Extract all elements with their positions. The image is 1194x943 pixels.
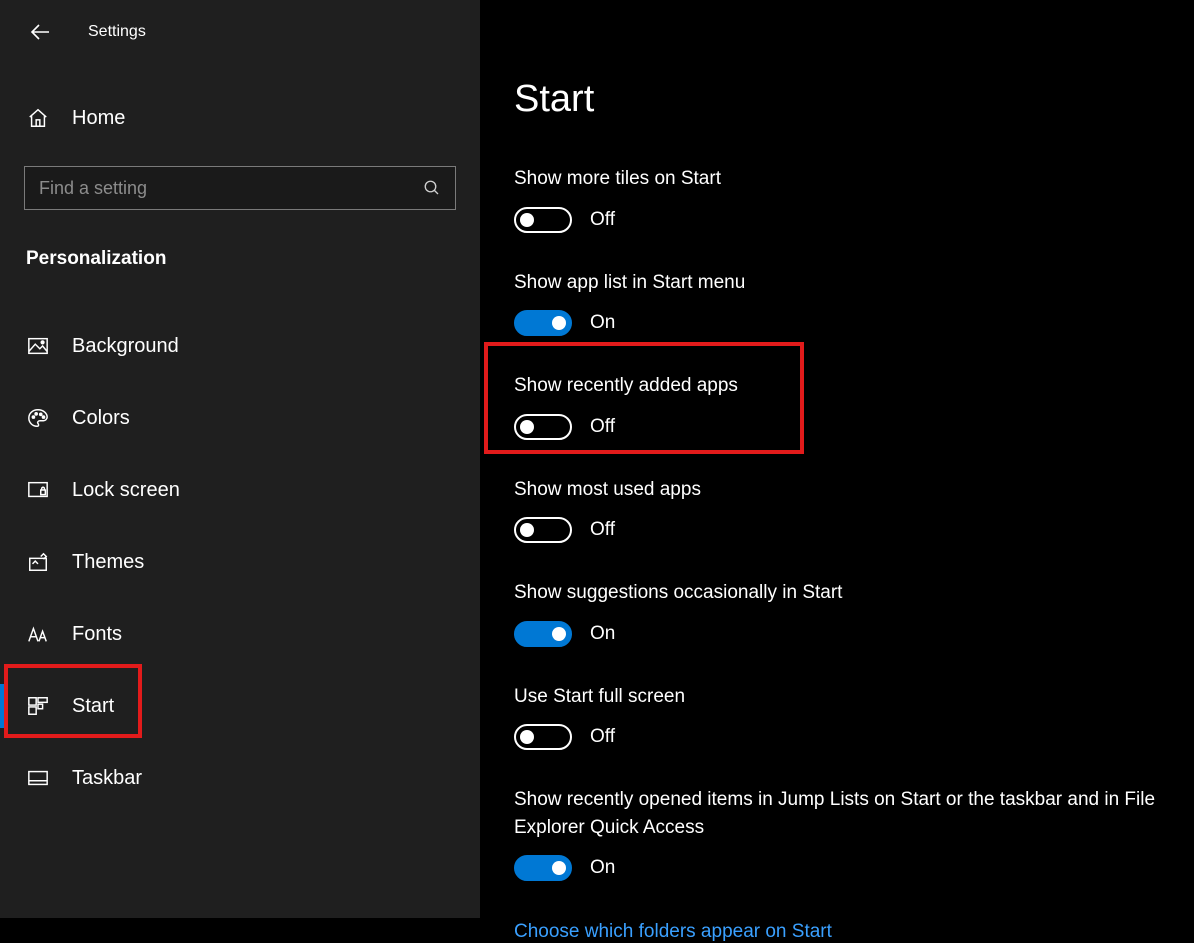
sidebar: Settings Home Personalization Background bbox=[0, 0, 480, 918]
back-button[interactable] bbox=[26, 18, 54, 46]
sidebar-item-taskbar[interactable]: Taskbar bbox=[0, 742, 480, 814]
search-icon bbox=[423, 179, 441, 197]
category-heading: Personalization bbox=[0, 248, 480, 270]
search-input[interactable] bbox=[24, 166, 456, 210]
toggle-state: Off bbox=[590, 416, 615, 438]
toggle-more-tiles[interactable] bbox=[514, 207, 572, 233]
setting-app-list: Show app list in Start menu On bbox=[514, 269, 1186, 337]
picture-icon bbox=[26, 334, 50, 358]
sidebar-item-start[interactable]: Start bbox=[0, 670, 480, 742]
setting-most-used: Show most used apps Off bbox=[514, 476, 1186, 544]
app-title: Settings bbox=[88, 23, 146, 41]
toggle-state: On bbox=[590, 623, 615, 645]
sidebar-item-fonts[interactable]: Fonts bbox=[0, 598, 480, 670]
setting-suggestions: Show suggestions occasionally in Start O… bbox=[514, 579, 1186, 647]
settings-list: Show more tiles on Start Off Show app li… bbox=[514, 165, 1186, 881]
nav-list: Background Colors Lock screen Themes Fon bbox=[0, 310, 480, 814]
taskbar-icon bbox=[26, 766, 50, 790]
setting-label: Show recently added apps bbox=[514, 372, 1186, 400]
sidebar-item-themes[interactable]: Themes bbox=[0, 526, 480, 598]
toggle-full-screen[interactable] bbox=[514, 724, 572, 750]
toggle-state: On bbox=[590, 857, 615, 879]
palette-icon bbox=[26, 406, 50, 430]
main-panel: Start Show more tiles on Start Off Show … bbox=[480, 0, 1194, 918]
nav-label: Taskbar bbox=[72, 767, 142, 790]
setting-full-screen: Use Start full screen Off bbox=[514, 683, 1186, 751]
page-title: Start bbox=[514, 78, 1186, 121]
choose-folders-link[interactable]: Choose which folders appear on Start bbox=[514, 921, 832, 943]
toggle-app-list[interactable] bbox=[514, 310, 572, 336]
toggle-state: Off bbox=[590, 726, 615, 748]
themes-icon bbox=[26, 550, 50, 574]
setting-label: Show recently opened items in Jump Lists… bbox=[514, 786, 1186, 841]
toggle-suggestions[interactable] bbox=[514, 621, 572, 647]
arrow-left-icon bbox=[28, 20, 52, 44]
sidebar-item-background[interactable]: Background bbox=[0, 310, 480, 382]
start-icon bbox=[26, 694, 50, 718]
nav-label: Themes bbox=[72, 551, 144, 574]
setting-label: Show more tiles on Start bbox=[514, 165, 1186, 193]
sidebar-item-home[interactable]: Home bbox=[0, 106, 480, 130]
fonts-icon bbox=[26, 622, 50, 646]
toggle-recent-items[interactable] bbox=[514, 855, 572, 881]
toggle-recently-added[interactable] bbox=[514, 414, 572, 440]
home-label: Home bbox=[72, 107, 125, 130]
setting-label: Show app list in Start menu bbox=[514, 269, 1186, 297]
nav-label: Background bbox=[72, 335, 179, 358]
toggle-state: On bbox=[590, 312, 615, 334]
setting-label: Use Start full screen bbox=[514, 683, 1186, 711]
sidebar-item-lockscreen[interactable]: Lock screen bbox=[0, 454, 480, 526]
toggle-most-used[interactable] bbox=[514, 517, 572, 543]
nav-label: Lock screen bbox=[72, 479, 180, 502]
setting-label: Show suggestions occasionally in Start bbox=[514, 579, 1186, 607]
setting-label: Show most used apps bbox=[514, 476, 1186, 504]
nav-label: Start bbox=[72, 695, 114, 718]
setting-recently-added: Show recently added apps Off bbox=[514, 372, 1186, 440]
home-icon bbox=[26, 106, 50, 130]
nav-label: Fonts bbox=[72, 623, 122, 646]
setting-recent-items: Show recently opened items in Jump Lists… bbox=[514, 786, 1186, 881]
search-field[interactable] bbox=[39, 178, 423, 199]
toggle-state: Off bbox=[590, 519, 615, 541]
toggle-state: Off bbox=[590, 209, 615, 231]
setting-more-tiles: Show more tiles on Start Off bbox=[514, 165, 1186, 233]
lock-screen-icon bbox=[26, 478, 50, 502]
sidebar-item-colors[interactable]: Colors bbox=[0, 382, 480, 454]
nav-label: Colors bbox=[72, 407, 130, 430]
